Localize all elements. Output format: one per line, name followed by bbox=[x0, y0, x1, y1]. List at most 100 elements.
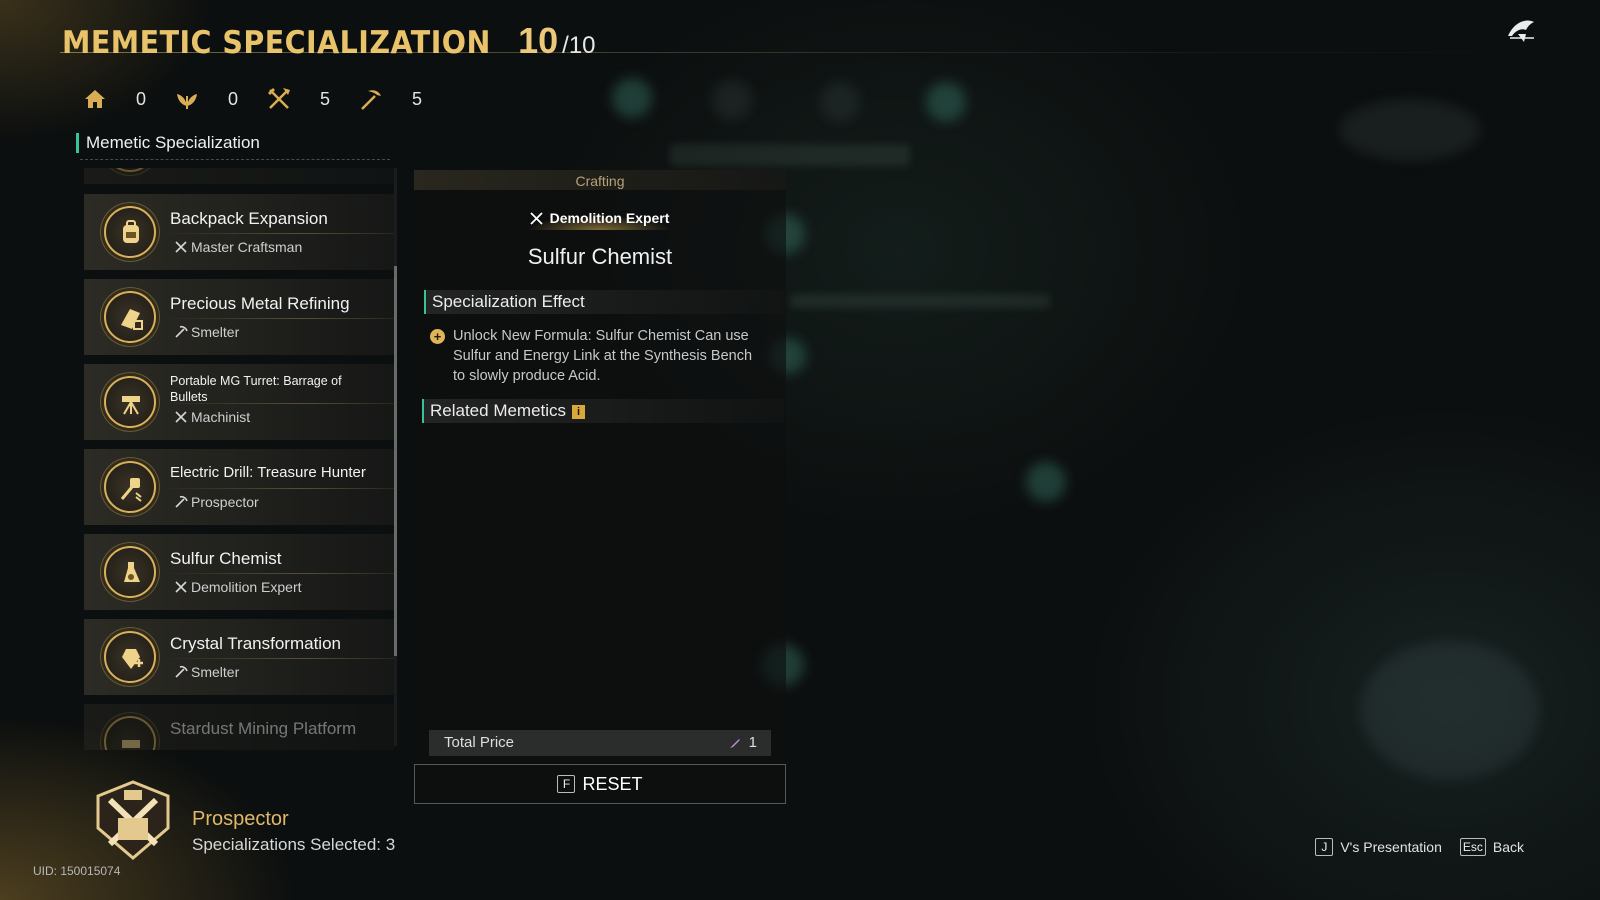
feather-icon bbox=[729, 739, 740, 748]
total-price-value: 1 bbox=[729, 730, 757, 756]
counter-tools: 5 bbox=[266, 86, 358, 112]
item-name: Backpack Expansion bbox=[170, 209, 328, 228]
divider bbox=[164, 233, 394, 234]
item-class-label: Prospector bbox=[191, 494, 259, 510]
list-item[interactable] bbox=[84, 168, 394, 184]
divider bbox=[164, 318, 394, 319]
prospector-emblem-icon bbox=[88, 778, 178, 864]
bg-node bbox=[712, 80, 752, 120]
list-item[interactable]: Backpack Expansion Master Craftsman bbox=[84, 194, 394, 270]
bg-node bbox=[820, 82, 860, 122]
counter-value: 5 bbox=[320, 88, 331, 109]
specializations-selected: Specializations Selected: 3 bbox=[192, 835, 396, 854]
list-item[interactable]: Sulfur Chemist Demolition Expert bbox=[84, 534, 394, 610]
item-class-label: Smelter bbox=[191, 664, 240, 680]
list-item[interactable]: Electric Drill: Treasure Hunter Prospect… bbox=[84, 449, 394, 525]
class-tag-label: Demolition Expert bbox=[549, 210, 670, 226]
pickaxe-icon bbox=[175, 495, 188, 508]
detail-panel: Crafting Demolition Expert Sulfur Chemis… bbox=[414, 170, 786, 760]
key-hint: F bbox=[557, 775, 576, 793]
bg-node bbox=[612, 78, 652, 118]
scrollbar-thumb[interactable] bbox=[394, 266, 397, 656]
points-max: /10 bbox=[562, 32, 596, 59]
backpack-icon bbox=[104, 206, 156, 258]
key-hint: J bbox=[1315, 838, 1334, 856]
points-used: 10 bbox=[518, 20, 559, 61]
bg-node bbox=[1340, 100, 1480, 160]
crossed-tools-icon bbox=[175, 581, 187, 593]
effect-heading: Specialization Effect bbox=[424, 290, 786, 314]
pickaxe-icon bbox=[175, 665, 188, 678]
flask-icon bbox=[104, 546, 156, 598]
related-heading-label: Related Memetics bbox=[430, 401, 567, 420]
item-class: Demolition Expert bbox=[174, 579, 302, 595]
counter-value: 5 bbox=[412, 88, 423, 109]
reset-label: RESET bbox=[582, 773, 643, 794]
hint-label: Back bbox=[1492, 839, 1524, 855]
specialization-list[interactable]: Backpack Expansion Master Craftsman Prec… bbox=[84, 168, 394, 750]
ingot-icon bbox=[104, 291, 156, 343]
drill-icon bbox=[104, 461, 156, 513]
list-item[interactable]: Stardust Mining Platform bbox=[84, 704, 394, 750]
item-name: Stardust Mining Platform bbox=[170, 719, 357, 738]
counter-home: 0 bbox=[82, 86, 174, 112]
crystal-icon bbox=[104, 631, 156, 683]
page-title: MEMETIC SPECIALIZATION 10 /10 bbox=[62, 20, 596, 64]
info-icon[interactable]: i bbox=[572, 405, 586, 419]
counter-leaf: 0 bbox=[174, 86, 266, 112]
profile-name: Prospector bbox=[192, 808, 289, 830]
counter-value: 0 bbox=[228, 88, 239, 109]
item-class: Smelter bbox=[174, 664, 239, 680]
pickaxe-icon bbox=[361, 90, 381, 110]
bg-node bbox=[1026, 462, 1066, 502]
back-button[interactable]: Esc Back bbox=[1459, 838, 1524, 856]
item-class: Machinist bbox=[174, 409, 250, 425]
user-id: UID: 150015074 bbox=[33, 864, 121, 878]
item-name: Sulfur Chemist bbox=[170, 549, 282, 568]
item-class: Master Craftsman bbox=[174, 239, 302, 255]
item-class-label: Demolition Expert bbox=[191, 579, 302, 595]
item-class-label: Master Craftsman bbox=[191, 239, 303, 255]
item-name: Portable MG Turret: Barrage of Bullets bbox=[170, 374, 342, 404]
item-class: Smelter bbox=[174, 324, 239, 340]
list-scrollbar[interactable] bbox=[394, 168, 397, 746]
page-title-text: MEMETIC SPECIALIZATION bbox=[62, 25, 491, 61]
item-name: Electric Drill: Treasure Hunter bbox=[170, 464, 366, 481]
item-name: Precious Metal Refining bbox=[170, 294, 350, 313]
divider bbox=[164, 658, 394, 659]
presentation-button[interactable]: J V's Presentation bbox=[1315, 838, 1442, 856]
counter-value: 0 bbox=[136, 88, 147, 109]
reset-button[interactable]: F RESET bbox=[414, 764, 786, 804]
class-counters: 0 0 5 5 bbox=[82, 86, 450, 112]
effect-text: Unlock New Formula: Sulfur Chemist Can u… bbox=[453, 328, 753, 384]
crossed-tools-icon bbox=[268, 88, 290, 109]
section-title: Memetic Specialization bbox=[76, 133, 260, 153]
platform-icon bbox=[104, 716, 156, 750]
crossed-tools-icon bbox=[529, 211, 543, 225]
counter-pickaxe: 5 bbox=[358, 86, 450, 112]
pickaxe-icon bbox=[175, 325, 188, 338]
list-item[interactable]: Portable MG Turret: Barrage of Bullets M… bbox=[84, 364, 394, 440]
header-divider bbox=[60, 52, 1550, 53]
item-class: Prospector bbox=[174, 494, 259, 510]
crossed-tools-icon bbox=[175, 411, 187, 423]
dolphin-icon[interactable] bbox=[1504, 12, 1538, 46]
section-divider bbox=[80, 159, 390, 160]
category-label: Crafting bbox=[414, 170, 786, 190]
related-heading: Related Memetics i bbox=[422, 399, 784, 423]
home-icon bbox=[85, 90, 105, 108]
hint-label: V's Presentation bbox=[1340, 839, 1442, 855]
item-name: Crystal Transformation bbox=[170, 634, 341, 653]
leaf-icon bbox=[177, 94, 197, 109]
list-item[interactable]: Crystal Transformation Smelter bbox=[84, 619, 394, 695]
bg-node bbox=[926, 82, 966, 122]
plus-icon: + bbox=[430, 329, 445, 344]
turret-icon bbox=[104, 376, 156, 428]
effect-description: + Unlock New Formula: Sulfur Chemist Can… bbox=[430, 326, 760, 386]
total-price-label: Total Price bbox=[444, 734, 515, 751]
divider bbox=[164, 573, 394, 574]
crossed-tools-icon bbox=[175, 241, 187, 253]
total-price-number: 1 bbox=[748, 734, 757, 751]
item-class-label: Smelter bbox=[191, 324, 240, 340]
list-item[interactable]: Precious Metal Refining Smelter bbox=[84, 279, 394, 355]
